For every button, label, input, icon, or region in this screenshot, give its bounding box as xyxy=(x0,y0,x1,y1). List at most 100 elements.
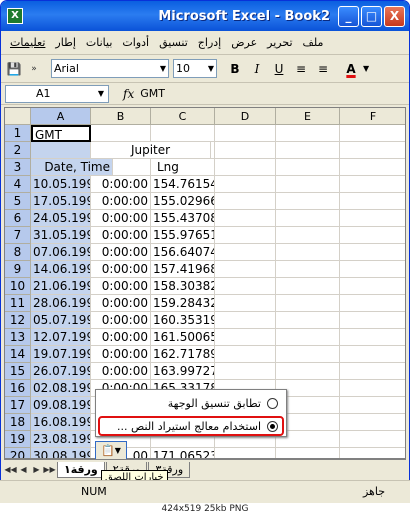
cell-b15[interactable]: 0:00:00 xyxy=(91,363,151,380)
cell-f18[interactable] xyxy=(340,414,405,431)
cell-f12[interactable] xyxy=(340,312,405,329)
menu-insert[interactable]: إدراج xyxy=(193,36,226,49)
row-header-9[interactable]: 9 xyxy=(5,261,31,278)
cell-c4[interactable]: 154.76154 xyxy=(151,176,215,193)
cell-d13[interactable] xyxy=(215,329,276,346)
cell-a13[interactable]: 12.07.1993 xyxy=(31,329,91,346)
toolbar-options-icon[interactable]: » xyxy=(25,60,43,78)
font-name-select[interactable]: Arial ▼ xyxy=(51,59,169,78)
cell-f15[interactable] xyxy=(340,363,405,380)
cell-a18[interactable]: 16.08.1993 xyxy=(31,414,91,431)
cell-c1[interactable] xyxy=(151,125,215,142)
cell-f14[interactable] xyxy=(340,346,405,363)
cell-b7[interactable]: 0:00:00 xyxy=(91,227,151,244)
row-header-13[interactable]: 13 xyxy=(5,329,31,346)
formula-input[interactable]: GMT xyxy=(140,87,165,100)
cell-b10[interactable]: 0:00:00 xyxy=(91,278,151,295)
cell-c15[interactable]: 163.99727 xyxy=(151,363,215,380)
cell-f19[interactable] xyxy=(340,431,405,448)
cell-d1[interactable] xyxy=(215,125,276,142)
tab-sheet1[interactable]: ورقة١ xyxy=(57,461,105,478)
row-header-3[interactable]: 3 xyxy=(5,159,31,176)
cell-b9[interactable]: 0:00:00 xyxy=(91,261,151,278)
row-header-16[interactable]: 16 xyxy=(5,380,31,397)
close-button[interactable]: X xyxy=(384,5,405,27)
cell-d15[interactable] xyxy=(215,363,276,380)
cell-d14[interactable] xyxy=(215,346,276,363)
cell-f13[interactable] xyxy=(340,329,405,346)
maximize-button[interactable]: □ xyxy=(361,5,382,27)
cell-e15[interactable] xyxy=(276,363,340,380)
cell-c7[interactable]: 155.97651 xyxy=(151,227,215,244)
cell-b8[interactable]: 0:00:00 xyxy=(91,244,151,261)
cell-c8[interactable]: 156.64074 xyxy=(151,244,215,261)
align-center-icon[interactable]: ≡ xyxy=(313,59,333,79)
cell-f10[interactable] xyxy=(340,278,405,295)
row-header-17[interactable]: 17 xyxy=(5,397,31,414)
row-header-11[interactable]: 11 xyxy=(5,295,31,312)
cell-a7[interactable]: 31.05.1993 xyxy=(31,227,91,244)
column-header-e[interactable]: E xyxy=(276,108,340,125)
column-header-b[interactable]: B xyxy=(91,108,151,125)
row-header-15[interactable]: 15 xyxy=(5,363,31,380)
cell-a1[interactable]: GMT xyxy=(31,125,91,142)
cell-b1[interactable] xyxy=(91,125,151,142)
cell-f11[interactable] xyxy=(340,295,405,312)
cell-f1[interactable] xyxy=(340,125,405,142)
select-all-corner[interactable] xyxy=(5,108,31,125)
cell-b13[interactable]: 0:00:00 xyxy=(91,329,151,346)
cell-f9[interactable] xyxy=(340,261,405,278)
cell-e4[interactable] xyxy=(276,176,340,193)
cell-d6[interactable] xyxy=(215,210,276,227)
menu-data[interactable]: بيانات xyxy=(81,36,118,49)
cell-b14[interactable]: 0:00:00 xyxy=(91,346,151,363)
cell-c5[interactable]: 155.02966 xyxy=(151,193,215,210)
row-header-2[interactable]: 2 xyxy=(5,142,31,159)
cell-e2[interactable] xyxy=(276,142,340,159)
cell-a9[interactable]: 14.06.1993 xyxy=(31,261,91,278)
cell-e8[interactable] xyxy=(276,244,340,261)
cell-e9[interactable] xyxy=(276,261,340,278)
cell-f3[interactable] xyxy=(340,159,405,176)
cell-b5[interactable]: 0:00:00 xyxy=(91,193,151,210)
cell-c14[interactable]: 162.71789 xyxy=(151,346,215,363)
font-color-button[interactable]: A xyxy=(341,59,361,79)
bold-button[interactable]: B xyxy=(225,59,245,79)
cell-e6[interactable] xyxy=(276,210,340,227)
cell-b3[interactable] xyxy=(91,159,151,176)
cell-c6[interactable]: 155.43708 xyxy=(151,210,215,227)
chevron-down-icon[interactable]: ▼ xyxy=(363,64,369,73)
cell-a15[interactable]: 26.07.1993 xyxy=(31,363,91,380)
radio-checked-icon[interactable] xyxy=(267,420,278,432)
cell-e12[interactable] xyxy=(276,312,340,329)
cell-c10[interactable]: 158.30382 xyxy=(151,278,215,295)
cell-e10[interactable] xyxy=(276,278,340,295)
cell-e11[interactable] xyxy=(276,295,340,312)
row-header-7[interactable]: 7 xyxy=(5,227,31,244)
cell-c12[interactable]: 160.35319 xyxy=(151,312,215,329)
row-header-12[interactable]: 12 xyxy=(5,312,31,329)
cell-e14[interactable] xyxy=(276,346,340,363)
row-header-1[interactable]: 1 xyxy=(5,125,31,142)
italic-button[interactable]: I xyxy=(247,59,267,79)
cell-a12[interactable]: 05.07.1993 xyxy=(31,312,91,329)
cell-b4[interactable]: 0:00:00 xyxy=(91,176,151,193)
cell-e5[interactable] xyxy=(276,193,340,210)
column-header-a[interactable]: A xyxy=(31,108,91,125)
menu-format[interactable]: تنسيق xyxy=(154,36,193,49)
row-header-8[interactable]: 8 xyxy=(5,244,31,261)
cell-c3[interactable]: Lng xyxy=(151,159,215,176)
cell-a5[interactable]: 17.05.1993 xyxy=(31,193,91,210)
cell-d8[interactable] xyxy=(215,244,276,261)
cell-d7[interactable] xyxy=(215,227,276,244)
last-sheet-icon[interactable]: ▶▶ xyxy=(43,463,56,477)
cell-c2[interactable] xyxy=(151,142,215,159)
menu-file[interactable]: ملف xyxy=(298,36,329,49)
cell-a10[interactable]: 21.06.1993 xyxy=(31,278,91,295)
cell-f16[interactable] xyxy=(340,380,405,397)
paste-options-button[interactable]: 📋 ▼ xyxy=(95,441,127,460)
cell-d10[interactable] xyxy=(215,278,276,295)
cell-a16[interactable]: 02.08.1993 xyxy=(31,380,91,397)
cell-e1[interactable] xyxy=(276,125,340,142)
menu-view[interactable]: عرض xyxy=(226,36,262,49)
